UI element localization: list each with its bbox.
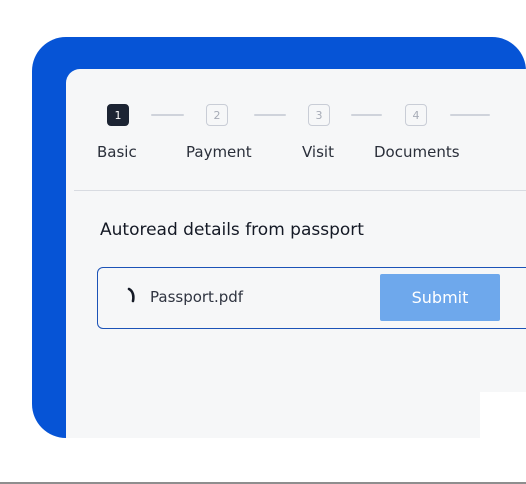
uploaded-file-name: Passport.pdf (150, 288, 244, 306)
step-3-indicator[interactable]: 3 (308, 104, 330, 126)
passport-upload-field[interactable]: Passport.pdf Submit (97, 267, 526, 329)
step-connector (450, 114, 490, 116)
step-4-label[interactable]: Documents (374, 143, 460, 161)
step-4-indicator[interactable]: 4 (405, 104, 427, 126)
step-connector (351, 114, 382, 116)
step-2-indicator[interactable]: 2 (206, 104, 228, 126)
spinner-icon (127, 287, 135, 303)
submit-button[interactable]: Submit (380, 274, 500, 321)
step-1-indicator[interactable]: 1 (107, 104, 129, 126)
step-connector (151, 114, 184, 116)
step-2-label[interactable]: Payment (186, 143, 252, 161)
step-1-label[interactable]: Basic (97, 143, 137, 161)
stepper: 1 2 3 4 Basic Payment Visit Documents (66, 69, 526, 191)
step-connector (254, 114, 286, 116)
section-title: Autoread details from passport (100, 220, 364, 240)
form-card: 1 2 3 4 Basic Payment Visit Documents Au… (66, 69, 526, 438)
stepper-divider (74, 190, 526, 191)
step-3-label[interactable]: Visit (302, 143, 334, 161)
